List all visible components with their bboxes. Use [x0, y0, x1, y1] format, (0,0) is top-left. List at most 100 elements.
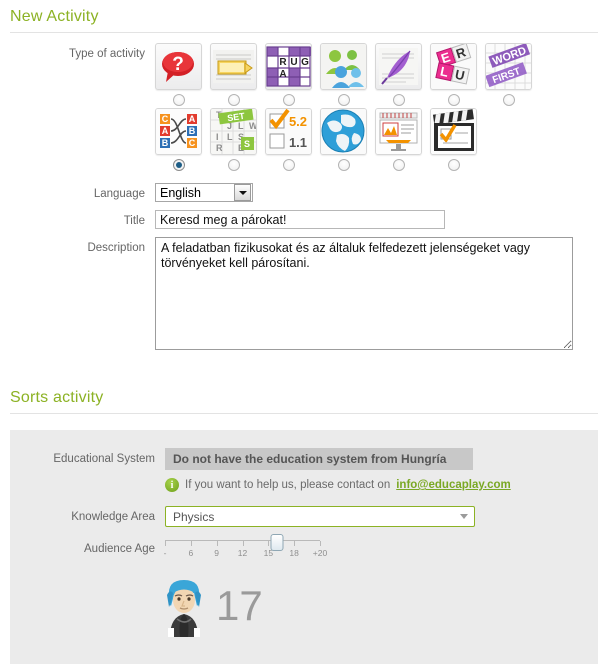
slider-tick-label: 9	[214, 548, 220, 558]
language-row: Language English	[0, 183, 608, 202]
slideshow-icon[interactable]	[375, 108, 422, 155]
slider-tick	[294, 541, 296, 546]
quill-dictation-icon[interactable]	[375, 43, 422, 90]
audience-age-row: Audience Age -6 9 12 15 18 +20	[10, 534, 598, 558]
svg-text:S: S	[244, 139, 250, 149]
activity-type-option-map-quiz[interactable]	[320, 108, 367, 171]
svg-text:1.1: 1.1	[289, 135, 307, 150]
svg-text:A: A	[162, 126, 169, 136]
chevron-down-icon[interactable]	[234, 184, 251, 201]
activity-type-option-crossword[interactable]: R U G A	[265, 43, 312, 106]
audience-age-slider[interactable]: -6 9 12 15 18 +20	[163, 534, 327, 558]
knowledge-area-value: Physics	[173, 509, 215, 524]
svg-text:5.2: 5.2	[289, 114, 307, 129]
audience-age-label: Audience Age	[84, 543, 155, 555]
slider-tick-label: 6	[188, 548, 194, 558]
info-icon: i	[165, 478, 179, 492]
relate-pairs-icon[interactable]: C A B A B C	[155, 108, 202, 155]
activity-type-option-flashcard[interactable]	[210, 43, 257, 106]
activity-type-radio[interactable]	[227, 159, 240, 171]
activity-type-radio[interactable]	[337, 94, 350, 106]
activity-type-option-relate-pairs[interactable]: C A B A B C	[155, 108, 202, 171]
svg-text:A: A	[279, 69, 286, 80]
title-row: Title	[0, 210, 608, 229]
alphabet-soup-icon[interactable]: TJLW ILS RE SET S	[210, 108, 257, 155]
activity-type-option-word-search[interactable]: WORD FIRST	[485, 43, 532, 106]
slider-tick-label: 18	[289, 548, 299, 558]
svg-text:L: L	[238, 121, 244, 131]
slider-tick	[165, 541, 166, 546]
activity-type-option-slideshow[interactable]	[375, 108, 422, 171]
fill-blanks-icon[interactable]: 5.2 1.1	[265, 108, 312, 155]
educational-system-row: Educational System Do not have the educa…	[10, 448, 598, 492]
new-activity-heading: New Activity	[10, 8, 99, 25]
title-input[interactable]	[155, 210, 445, 229]
word-search-icon[interactable]: WORD FIRST	[485, 43, 532, 90]
activity-type-radio[interactable]	[172, 94, 185, 106]
activity-type-radio[interactable]	[447, 94, 460, 106]
educational-system-help: i If you want to help us, please contact…	[165, 478, 598, 492]
activity-type-option-matching-people[interactable]	[320, 43, 367, 106]
activity-type-row-1: ? R U G A E R L U WORD FIRST	[155, 43, 608, 106]
activity-type-radio[interactable]	[447, 159, 460, 171]
description-label: Description	[87, 242, 145, 254]
activity-type-grid: ? R U G A E R L U WORD FIRST C A B A B C…	[155, 43, 608, 171]
knowledge-area-select[interactable]: Physics	[165, 506, 475, 527]
quiz-icon[interactable]: ?	[155, 43, 202, 90]
language-select[interactable]: English	[155, 183, 253, 202]
title-label: Title	[123, 215, 145, 227]
language-label: Language	[93, 188, 145, 200]
heading-divider	[10, 32, 598, 33]
activity-type-radio[interactable]	[282, 159, 295, 171]
map-quiz-icon[interactable]	[320, 108, 367, 155]
activity-type-radio[interactable]	[392, 159, 405, 171]
slider-knob[interactable]	[270, 534, 284, 551]
activity-type-option-quiz[interactable]: ?	[155, 43, 202, 106]
slider-tick	[216, 541, 218, 546]
new-activity-page: New Activity Type of activity ? R U G A …	[0, 0, 608, 664]
description-textarea[interactable]	[155, 237, 573, 350]
activity-type-radio[interactable]	[392, 94, 405, 106]
knowledge-area-row: Knowledge Area Physics	[10, 506, 598, 527]
svg-text:C: C	[162, 114, 169, 124]
sorts-activity-panel: Educational System Do not have the educa…	[10, 430, 598, 664]
svg-text:L: L	[227, 132, 233, 142]
slider-tick	[190, 541, 192, 546]
activity-type-radio[interactable]	[282, 94, 295, 106]
slider-tick-label: +20	[312, 548, 328, 558]
activity-type-radio[interactable]	[502, 94, 515, 106]
matching-people-icon[interactable]	[320, 43, 367, 90]
slider-track[interactable]: -6 9 12 15 18 +20	[163, 534, 327, 558]
activity-type-option-alphabet-soup[interactable]: TJLW ILS RE SET S	[210, 108, 257, 171]
crossword-icon[interactable]: R U G A	[265, 43, 312, 90]
educational-system-label: Educational System	[53, 453, 155, 465]
svg-text:A: A	[189, 114, 196, 124]
educational-system-value: Do not have the education system from Hu…	[165, 448, 473, 470]
letter-tiles-icon[interactable]: E R L U	[430, 43, 477, 90]
chevron-down-icon[interactable]	[460, 514, 468, 519]
help-text: If you want to help us, please contact o…	[185, 479, 391, 491]
activity-type-option-dictation[interactable]	[375, 43, 422, 106]
activity-type-option-fill-blanks[interactable]: 5.2 1.1	[265, 108, 312, 171]
svg-text:R: R	[279, 57, 287, 68]
activity-type-option-video-quiz[interactable]	[430, 108, 477, 171]
contact-email-link[interactable]: info@educaplay.com	[396, 479, 511, 491]
type-of-activity-row: Type of activity ? R U G A E R L U WORD …	[0, 43, 608, 171]
activity-type-radio-selected[interactable]	[172, 159, 185, 171]
svg-text:C: C	[189, 138, 196, 148]
svg-text:B: B	[189, 126, 196, 136]
type-of-activity-label: Type of activity	[68, 48, 145, 60]
svg-text:G: G	[301, 57, 309, 68]
audience-age-value: 17	[216, 582, 263, 629]
svg-text:?: ?	[172, 54, 184, 75]
slider-tick	[242, 541, 244, 546]
activity-type-radio[interactable]	[227, 94, 240, 106]
activity-type-radio[interactable]	[337, 159, 350, 171]
activity-type-option-letter-tiles[interactable]: E R L U	[430, 43, 477, 106]
sorts-heading-divider	[10, 413, 598, 414]
flashcard-icon[interactable]	[210, 43, 257, 90]
svg-text:W: W	[249, 121, 256, 131]
sorts-activity-heading: Sorts activity	[10, 389, 104, 406]
video-quiz-icon[interactable]	[430, 108, 477, 155]
slider-tick-label: -	[163, 548, 167, 558]
